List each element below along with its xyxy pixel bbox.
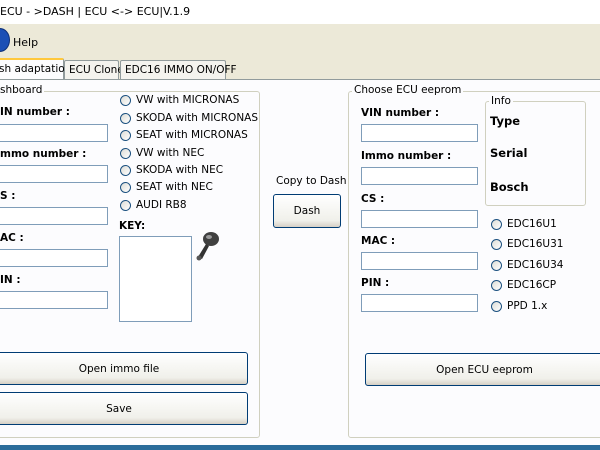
radio-circle[interactable]	[120, 94, 131, 106]
radio-circle[interactable]	[120, 129, 131, 141]
copy-to-dash-label: Copy to Dash	[276, 175, 347, 187]
radio-circle[interactable]	[120, 147, 131, 159]
tab-strip: sh adaptation ECU Clone EDC16 IMMO ON/OF…	[0, 58, 600, 80]
button-label: Open ECU eeprom	[436, 363, 533, 376]
ecu-vin-field[interactable]	[361, 124, 478, 142]
tab-edc16-immo[interactable]: EDC16 IMMO ON/OFF	[120, 60, 237, 80]
help-menu-item[interactable]: Help	[13, 36, 38, 49]
radio-circle[interactable]	[491, 300, 502, 312]
ecu-immo-label: Immo number :	[361, 150, 452, 162]
radio-circle[interactable]	[120, 181, 131, 193]
radio-audi-rb8[interactable]: AUDI RB8	[120, 198, 187, 212]
ecu-pin-label: PIN :	[361, 277, 390, 289]
dash-pin-label: IN :	[0, 274, 21, 286]
window-title: ECU - >DASH | ECU <-> ECU|	[0, 5, 164, 18]
tab-label: EDC16 IMMO ON/OFF	[125, 64, 237, 76]
info-type-label: Type	[490, 114, 521, 128]
window-version: V.1.9	[163, 5, 191, 18]
radio-vw-nec[interactable]: VW with NEC	[120, 146, 204, 160]
ecu-vin-label: VIN number :	[361, 107, 440, 119]
open-immo-file-button[interactable]: Open immo file	[0, 352, 248, 385]
radio-label: VW with MICRONAS	[136, 94, 240, 106]
radio-label: AUDI RB8	[136, 199, 187, 211]
dash-immo-field[interactable]	[0, 165, 108, 183]
radio-skoda-nec[interactable]: SKODA with NEC	[120, 163, 223, 177]
radio-circle[interactable]	[491, 238, 502, 250]
open-ecu-eeprom-button[interactable]: Open ECU eeprom	[365, 353, 600, 386]
radio-seat-nec[interactable]: SEAT with NEC	[120, 180, 213, 194]
ecu-mac-label: MAC :	[361, 235, 396, 247]
info-bosch-label: Bosch	[490, 180, 529, 194]
radio-edc16u34[interactable]: EDC16U34	[491, 258, 563, 272]
ecu-cs-field[interactable]	[361, 210, 478, 228]
ecu-pin-field[interactable]	[361, 294, 478, 312]
radio-circle[interactable]	[120, 164, 131, 176]
save-button[interactable]: Save	[0, 392, 248, 425]
info-serial-label: Serial	[490, 146, 528, 160]
dash-cs-field[interactable]	[0, 207, 108, 225]
radio-seat-micronas[interactable]: SEAT with MICRONAS	[120, 128, 248, 142]
radio-label: EDC16U1	[507, 218, 557, 230]
key-listbox[interactable]	[119, 236, 192, 322]
dashboard-group-title: shboard	[0, 84, 45, 96]
dash-vin-field[interactable]	[0, 124, 108, 142]
radio-circle[interactable]	[120, 199, 131, 211]
radio-label: EDC16U31	[507, 238, 564, 250]
title-bar: ECU - >DASH | ECU <-> ECU| V.1.9	[0, 0, 600, 24]
dash-mac-field[interactable]	[0, 249, 108, 267]
button-label: Open immo file	[78, 362, 160, 375]
radio-label: VW with NEC	[136, 147, 205, 159]
radio-edc16u1[interactable]: EDC16U1	[491, 217, 557, 231]
radio-circle[interactable]	[491, 218, 502, 230]
radio-label: SEAT with MICRONAS	[136, 129, 248, 141]
radio-label: SKODA with NEC	[136, 164, 224, 176]
menu-bar	[0, 24, 600, 58]
button-label: Dash	[293, 205, 321, 217]
tab-label: sh adaptation	[0, 63, 72, 75]
radio-circle[interactable]	[491, 259, 502, 271]
window-bottom-border	[0, 445, 600, 450]
key-label: KEY:	[119, 220, 146, 232]
radio-edc16u31[interactable]: EDC16U31	[491, 237, 563, 251]
dash-cs-label: S :	[0, 190, 16, 202]
dash-pin-field[interactable]	[0, 291, 108, 309]
radio-circle[interactable]	[120, 112, 131, 124]
radio-ppd1x[interactable]: PPD 1.x	[491, 299, 547, 313]
radio-circle[interactable]	[491, 279, 502, 291]
radio-label: SEAT with NEC	[136, 181, 213, 193]
dash-vin-label: IN number :	[0, 106, 70, 118]
tab-page: shboard IN number : mmo number : S : AC …	[0, 79, 600, 445]
ecu-cs-label: CS :	[361, 193, 385, 205]
radio-edc16cp[interactable]: EDC16CP	[491, 278, 556, 292]
tab-ecu-clone[interactable]: ECU Clone	[64, 60, 124, 80]
dash-mac-label: AC :	[0, 232, 24, 244]
ecu-immo-field[interactable]	[361, 167, 478, 185]
button-label: Save	[106, 402, 132, 415]
radio-label: PPD 1.x	[507, 300, 548, 312]
radio-label: SKODA with MICRONAS	[136, 112, 259, 124]
ecu-mac-field[interactable]	[361, 252, 478, 270]
tab-label: ECU Clone	[69, 64, 124, 76]
radio-label: EDC16U34	[507, 259, 564, 271]
ecu-eeprom-group-title: Choose ECU eeprom	[352, 84, 464, 96]
tab-dash-adaptation[interactable]: sh adaptation	[0, 58, 71, 80]
radio-label: EDC16CP	[507, 279, 557, 291]
dash-button[interactable]: Dash	[273, 194, 341, 228]
radio-vw-micronas[interactable]: VW with MICRONAS	[120, 93, 239, 107]
microphone-icon	[196, 232, 219, 261]
info-group-title: Info	[489, 95, 513, 107]
radio-skoda-micronas[interactable]: SKODA with MICRONAS	[120, 111, 258, 125]
dash-immo-label: mmo number :	[0, 148, 87, 160]
